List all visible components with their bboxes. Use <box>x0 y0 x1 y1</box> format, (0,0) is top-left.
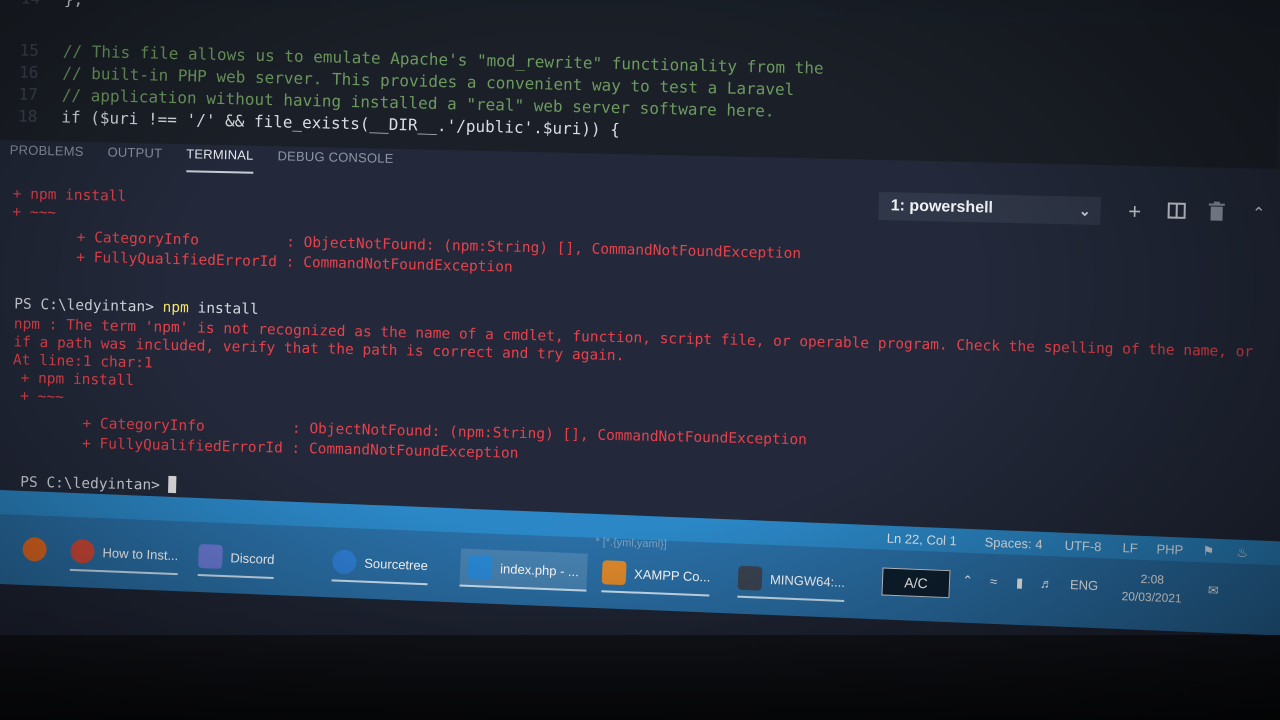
terminal-command: npm <box>162 299 190 317</box>
xampp-icon <box>601 560 627 586</box>
taskbar-app-firefox[interactable] <box>22 531 48 568</box>
battery-icon[interactable]: ▮ <box>1016 575 1024 591</box>
terminal-error-line: + ~~~ <box>12 204 57 222</box>
tooltip-fragment: * [*.{yml,yaml}] <box>595 535 668 551</box>
ac-indicator[interactable]: A/C <box>881 567 951 599</box>
taskbar-app-sourcetree[interactable]: Sourcetree <box>331 543 429 586</box>
trash-icon[interactable] <box>1204 201 1229 226</box>
discord-icon <box>197 544 223 569</box>
clock-date: 20/03/2021 <box>1121 589 1182 606</box>
terminal-error-line: + ~~~ <box>20 388 65 406</box>
taskbar-app-xampp[interactable]: XAMPP Co... <box>601 554 712 597</box>
terminal-prompt: PS C:\ledyintan> <box>14 296 163 316</box>
volume-icon[interactable]: ♬ <box>1040 576 1054 592</box>
tab-debug-console[interactable]: DEBUG CONSOLE <box>277 148 393 177</box>
tab-terminal[interactable]: TERMINAL <box>185 146 254 174</box>
code-text: }; <box>64 0 84 9</box>
panel-tabs: PROBLEMS OUTPUT TERMINAL DEBUG CONSOLE <box>9 142 394 177</box>
chrome-icon <box>70 538 96 564</box>
status-eol[interactable]: LF <box>1122 540 1138 556</box>
terminal-cursor[interactable] <box>168 475 177 494</box>
monitor-bezel <box>0 635 1280 720</box>
taskbar-app-discord[interactable]: Discord <box>197 538 276 580</box>
wifi-icon[interactable]: ≈ <box>990 574 998 589</box>
taskbar-app-terminal[interactable]: MINGW64:... <box>737 559 846 602</box>
vscode-icon <box>467 554 493 580</box>
line-number: 14 <box>0 0 41 8</box>
taskbar-app-label: Discord <box>230 549 275 567</box>
feedback-icon[interactable]: ⚑ <box>1202 543 1214 559</box>
taskbar-app-label: Sourcetree <box>364 555 429 573</box>
status-cursor-position[interactable]: Ln 22, Col 1 <box>886 531 957 549</box>
clock[interactable]: 2:08 20/03/2021 <box>1121 569 1182 607</box>
chevron-up-icon[interactable]: ⌃ <box>1246 202 1271 227</box>
taskbar-app-chrome[interactable]: How to Inst... <box>69 532 180 576</box>
bell-icon[interactable]: ♨ <box>1236 545 1248 561</box>
taskbar-app-label: How to Inst... <box>102 544 179 563</box>
input-language[interactable]: ENG <box>1070 577 1099 593</box>
clock-time: 2:08 <box>1140 571 1165 587</box>
terminal-selector[interactable]: 1: powershell ⌄ <box>878 191 1101 225</box>
line-number: 16 <box>18 62 39 82</box>
firefox-icon <box>22 536 48 562</box>
terminal-command-args: install <box>188 300 259 318</box>
status-indentation[interactable]: Spaces: 4 <box>984 535 1042 552</box>
screen: 14};15// This file allows us to emulate … <box>0 0 1280 720</box>
taskbar-app-vscode[interactable]: index.php - ... <box>459 548 588 592</box>
sourcetree-icon <box>331 549 357 575</box>
chevron-up-icon[interactable]: ⌃ <box>962 573 973 589</box>
chevron-down-icon: ⌄ <box>1078 202 1091 219</box>
line-number: 18 <box>17 106 38 126</box>
split-terminal-icon[interactable] <box>1164 200 1189 225</box>
terminal-icon <box>737 565 763 591</box>
taskbar-app-label: MINGW64:... <box>769 571 846 590</box>
tab-output[interactable]: OUTPUT <box>107 144 162 171</box>
status-language[interactable]: PHP <box>1156 541 1183 557</box>
line-number: 15 <box>19 40 40 60</box>
taskbar-app-label: XAMPP Co... <box>633 566 711 585</box>
tab-problems[interactable]: PROBLEMS <box>9 142 84 170</box>
line-number: 17 <box>18 84 39 104</box>
notification-icon[interactable]: ✉ <box>1208 583 1219 599</box>
plus-icon[interactable]: + <box>1122 199 1147 224</box>
taskbar-app-label: index.php - ... <box>499 560 580 579</box>
status-encoding[interactable]: UTF-8 <box>1064 538 1101 554</box>
bottom-panel: PROBLEMS OUTPUT TERMINAL DEBUG CONSOLE 1… <box>0 140 1280 550</box>
terminal-selector-label: 1: powershell <box>890 197 994 217</box>
code-line: 14}; <box>0 0 84 12</box>
